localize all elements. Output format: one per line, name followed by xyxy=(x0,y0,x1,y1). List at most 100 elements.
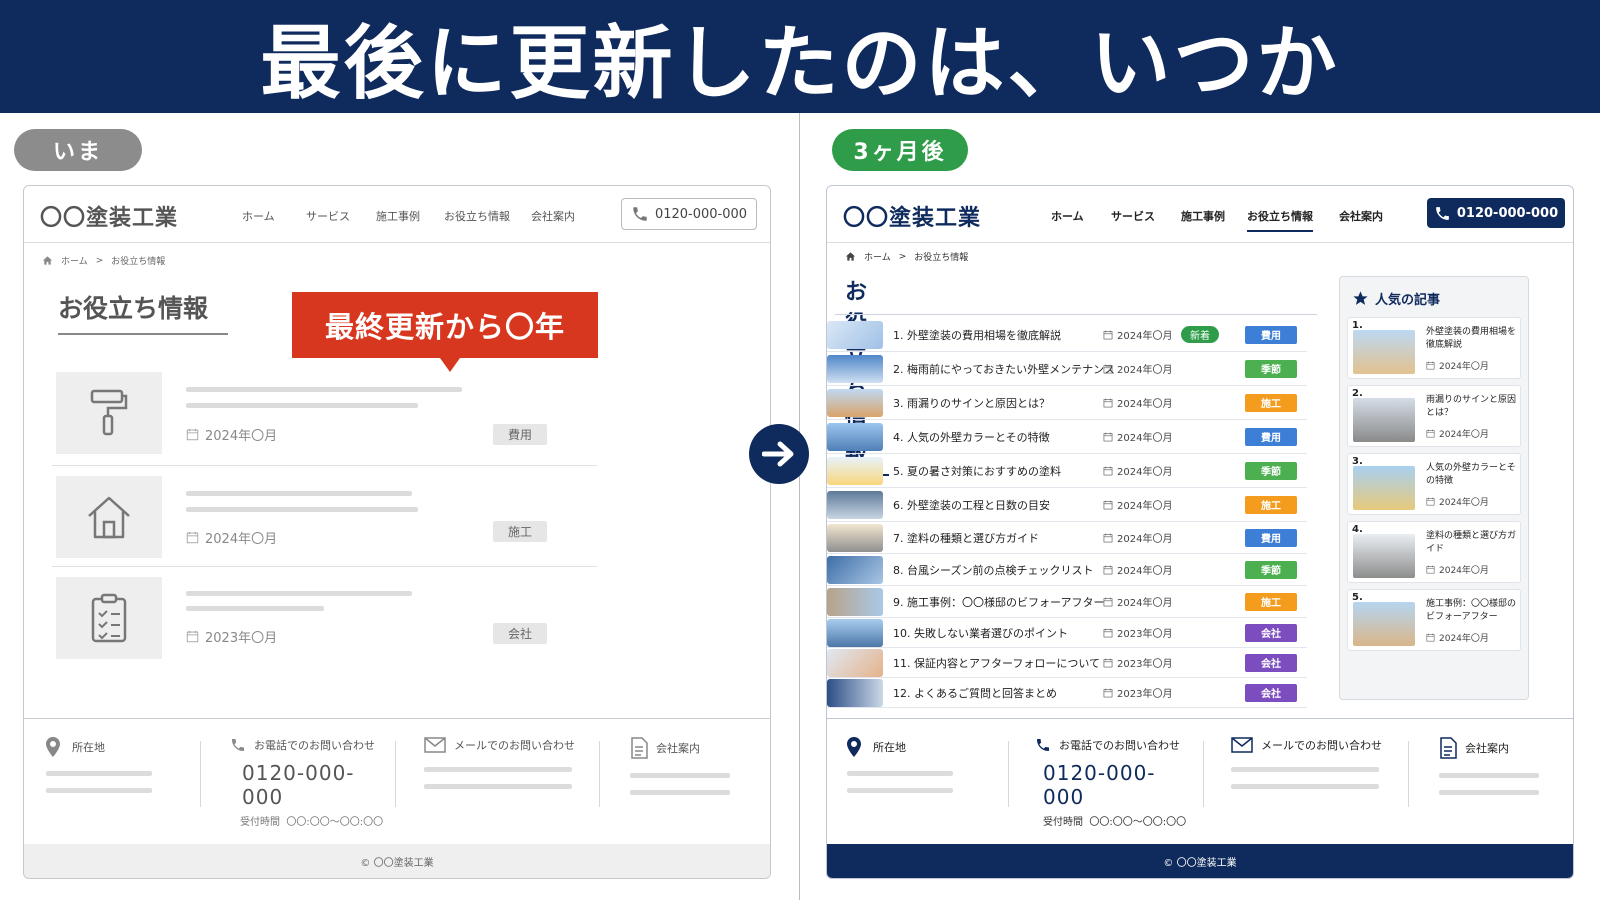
popular-article-card[interactable]: 5. 施工事例：〇〇様邸のビフォーアフター 2024年〇月 xyxy=(1347,589,1521,651)
card-title[interactable]: 塗料の種類と選び方ガイド xyxy=(1426,530,1518,556)
article-date: 2024年〇月 xyxy=(186,528,277,547)
document-icon xyxy=(1440,737,1457,759)
category-tag: 季節 xyxy=(1245,461,1297,480)
breadcrumb-current: お役立ち情報 xyxy=(111,257,166,267)
breadcrumb-home[interactable]: ホーム xyxy=(61,254,88,267)
nav-works[interactable]: 施工事例 xyxy=(376,208,420,224)
category-tag: 会社 xyxy=(1245,623,1297,642)
article-thumbnail xyxy=(827,320,883,349)
footer-tel-number[interactable]: 0120-000-000 xyxy=(242,761,390,809)
calendar-icon xyxy=(1103,364,1113,373)
article-title[interactable]: 6. 外壁塗装の工程と日数の目安 xyxy=(893,497,1050,513)
card-title[interactable]: 雨漏りのサインと原因とは？ xyxy=(1426,394,1518,420)
label-now: いま xyxy=(14,129,142,171)
nav-useful-info[interactable]: お役立ち情報 xyxy=(1247,208,1313,232)
headline-banner: 最後に更新したのは、いつか xyxy=(0,0,1600,113)
article-title[interactable]: 9. 施工事例：〇〇様邸のビフォーアフター xyxy=(893,594,1105,610)
arrow-right-icon xyxy=(749,424,809,484)
article-row[interactable]: 10. 失敗しない業者選びのポイント 2023年〇月 会社 xyxy=(827,618,1307,648)
nav-services[interactable]: サービス xyxy=(1111,208,1155,224)
nav-home[interactable]: ホーム xyxy=(1051,208,1084,224)
card-image xyxy=(1353,398,1415,442)
article-date-text: 2024年〇月 xyxy=(205,429,278,444)
article-title[interactable]: 1. 外壁塗装の費用相場を徹底解説 xyxy=(893,327,1061,343)
article-title[interactable]: 8. 台風シーズン前の点検チェックリスト xyxy=(893,562,1093,578)
article-row[interactable]: 3. 雨漏りのサインと原因とは？ 2024年〇月 施工 xyxy=(827,386,1307,420)
nav-home[interactable]: ホーム xyxy=(242,208,275,224)
phone-button[interactable]: 0120-000-000 xyxy=(621,198,757,230)
popular-article-card[interactable]: 2. 雨漏りのサインと原因とは？ 2024年〇月 xyxy=(1347,385,1521,447)
card-title[interactable]: 施工事例：〇〇様邸のビフォーアフター xyxy=(1426,598,1518,624)
footer-phone: お電話でのお問い合わせ 0120-000-000 受付時間 〇〇:〇〇〜〇〇:〇… xyxy=(1035,737,1195,828)
category-tag: 施工 xyxy=(1245,495,1297,514)
article-title[interactable]: 2. 梅雨前にやっておきたい外壁メンテナンス xyxy=(893,361,1115,377)
article-title[interactable]: 7. 塗料の種類と選び方ガイド xyxy=(893,530,1039,546)
article-row[interactable]: 12. よくあるご質問と回答まとめ 2023年〇月 会社 xyxy=(827,678,1307,708)
popular-article-card[interactable]: 4. 塗料の種類と選び方ガイド 2024年〇月 xyxy=(1347,521,1521,583)
article-row[interactable]: 6. 外壁塗装の工程と日数の目安 2024年〇月 施工 xyxy=(827,488,1307,522)
popular-article-card[interactable]: 1. 外壁塗装の費用相場を徹底解説 2024年〇月 xyxy=(1347,317,1521,379)
article-title[interactable]: 10. 失敗しない業者選びのポイント xyxy=(893,625,1068,641)
site-logo[interactable]: 〇〇塗装工業 xyxy=(843,200,981,232)
article-row[interactable]: 7. 塗料の種類と選び方ガイド 2024年〇月 費用 xyxy=(827,522,1307,554)
footer-phone: お電話でのお問い合わせ 0120-000-000 受付時間 〇〇:〇〇〜〇〇:〇… xyxy=(230,737,390,828)
category-tag: 費用 xyxy=(1245,427,1297,446)
nav-services[interactable]: サービス xyxy=(306,208,350,224)
phone-icon xyxy=(232,739,244,751)
footer-hours-label: 受付時間 xyxy=(1043,817,1083,828)
article-row[interactable]: 8. 台風シーズン前の点検チェックリスト 2024年〇月 季節 xyxy=(827,554,1307,586)
footer-company[interactable]: 会社案内 xyxy=(1439,737,1539,795)
article-thumbnail xyxy=(827,587,883,616)
popular-article-card[interactable]: 3. 人気の外壁カラーとその特徴 2024年〇月 xyxy=(1347,453,1521,515)
article-row[interactable]: 2024年〇月 施工 xyxy=(52,476,597,568)
article-thumbnail xyxy=(827,523,883,552)
article-title[interactable]: 3. 雨漏りのサインと原因とは？ xyxy=(893,395,1050,411)
callout-tail xyxy=(440,358,460,372)
mail-icon xyxy=(424,737,446,753)
breadcrumb: ホーム > お役立ち情報 xyxy=(845,250,968,263)
article-row[interactable]: 11. 保証内容とアフターフォローについて 2023年〇月 会社 xyxy=(827,648,1307,678)
site-logo[interactable]: 〇〇塗装工業 xyxy=(40,200,178,232)
category-tag: 費用 xyxy=(493,424,547,445)
article-date: 2023年〇月 xyxy=(186,627,277,646)
card-title[interactable]: 人気の外壁カラーとその特徴 xyxy=(1426,462,1518,488)
calendar-icon xyxy=(186,428,199,441)
footer-tel-number[interactable]: 0120-000-000 xyxy=(1043,761,1195,809)
article-thumbnail xyxy=(827,648,883,677)
map-pin-icon xyxy=(847,737,861,757)
footer-mail[interactable]: メールでのお問い合わせ xyxy=(1231,737,1382,789)
nav-useful-info[interactable]: お役立ち情報 xyxy=(444,208,510,224)
article-row[interactable]: 2024年〇月 費用 xyxy=(52,372,597,464)
article-title[interactable]: 12. よくあるご質問と回答まとめ xyxy=(893,685,1057,701)
website-mockup-after: 〇〇塗装工業 ホーム サービス 施工事例 お役立ち情報 会社案内 0120-00… xyxy=(826,185,1574,879)
calendar-icon xyxy=(1426,429,1435,438)
article-thumbnail xyxy=(827,678,883,707)
article-date: 2024年〇月 xyxy=(1103,395,1172,410)
article-title[interactable]: 5. 夏の暑さ対策におすすめの塗料 xyxy=(893,463,1061,479)
article-row[interactable]: 4. 人気の外壁カラーとその特徴 2024年〇月 費用 xyxy=(827,420,1307,454)
nav-works[interactable]: 施工事例 xyxy=(1181,208,1225,224)
article-row[interactable]: 9. 施工事例：〇〇様邸のビフォーアフター 2024年〇月 施工 xyxy=(827,586,1307,618)
breadcrumb-home[interactable]: ホーム xyxy=(864,250,891,263)
article-thumbnail xyxy=(827,555,883,584)
category-tag: 会社 xyxy=(493,623,547,644)
article-date: 2023年〇月 xyxy=(1103,625,1172,640)
nav-company[interactable]: 会社案内 xyxy=(531,208,575,224)
article-row[interactable]: 2. 梅雨前にやっておきたい外壁メンテナンス 2024年〇月 季節 xyxy=(827,352,1307,386)
copyright: © 〇〇塗装工業 xyxy=(827,844,1573,878)
article-row[interactable]: 1. 外壁塗装の費用相場を徹底解説 2024年〇月 新着 費用 xyxy=(827,318,1307,352)
article-title[interactable]: 4. 人気の外壁カラーとその特徴 xyxy=(893,429,1050,445)
nav-company[interactable]: 会社案内 xyxy=(1339,208,1383,224)
footer-mail[interactable]: メールでのお問い合わせ xyxy=(424,737,575,789)
category-tag: 施工 xyxy=(1245,592,1297,611)
card-title[interactable]: 外壁塗装の費用相場を徹底解説 xyxy=(1426,326,1518,352)
article-date-text: 2023年〇月 xyxy=(205,631,278,646)
card-date: 2024年〇月 xyxy=(1426,631,1489,644)
phone-button[interactable]: 0120-000-000 xyxy=(1427,198,1565,228)
article-row[interactable]: 2023年〇月 会社 xyxy=(52,577,597,669)
article-title[interactable]: 11. 保証内容とアフターフォローについて xyxy=(893,655,1100,671)
article-thumbnail xyxy=(827,388,883,417)
article-row[interactable]: 5. 夏の暑さ対策におすすめの塗料 2024年〇月 季節 xyxy=(827,454,1307,488)
breadcrumb-current: お役立ち情報 xyxy=(914,253,969,263)
footer-company[interactable]: 会社案内 xyxy=(630,737,730,795)
